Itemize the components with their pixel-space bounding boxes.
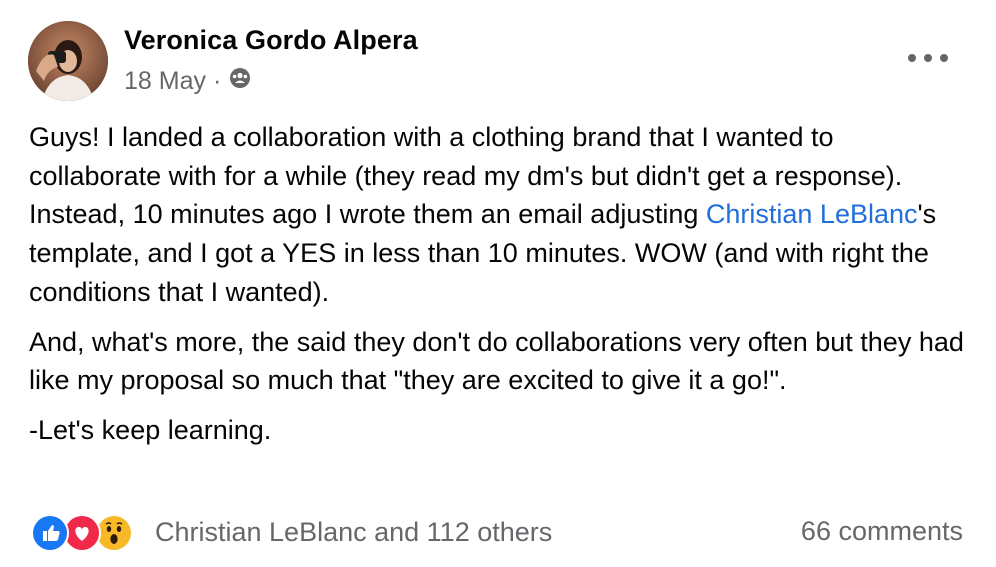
- post-paragraph-1: Guys! I landed a collaboration with a cl…: [29, 118, 969, 312]
- like-icon: [31, 514, 69, 552]
- post-body: Guys! I landed a collaboration with a cl…: [29, 118, 969, 461]
- reactions-summary[interactable]: Christian LeBlanc and 112 others: [31, 512, 552, 552]
- author-name[interactable]: Veronica Gordo Alpera: [124, 25, 418, 56]
- dot: [908, 54, 916, 62]
- meta-separator: ·: [212, 66, 222, 95]
- comments-count[interactable]: 66 comments: [801, 516, 963, 547]
- post-meta: 18 May ·: [124, 66, 252, 96]
- mention-link[interactable]: Christian LeBlanc: [706, 199, 918, 229]
- post-paragraph-3: -Let's keep learning.: [29, 414, 272, 445]
- dot: [940, 54, 948, 62]
- dot: [924, 54, 932, 62]
- reactions-label[interactable]: Christian LeBlanc and 112 others: [155, 517, 552, 548]
- post-card: Veronica Gordo Alpera 18 May · Guys! I l…: [0, 0, 996, 567]
- group-audience-icon[interactable]: [228, 66, 252, 97]
- reaction-icons: [31, 512, 141, 552]
- author-avatar[interactable]: [28, 21, 108, 101]
- avatar-photo: [28, 21, 108, 101]
- post-date[interactable]: 18 May: [124, 67, 206, 96]
- more-options-icon[interactable]: [908, 46, 948, 70]
- post-paragraph-2: And, what's more, the said they don't do…: [29, 326, 964, 396]
